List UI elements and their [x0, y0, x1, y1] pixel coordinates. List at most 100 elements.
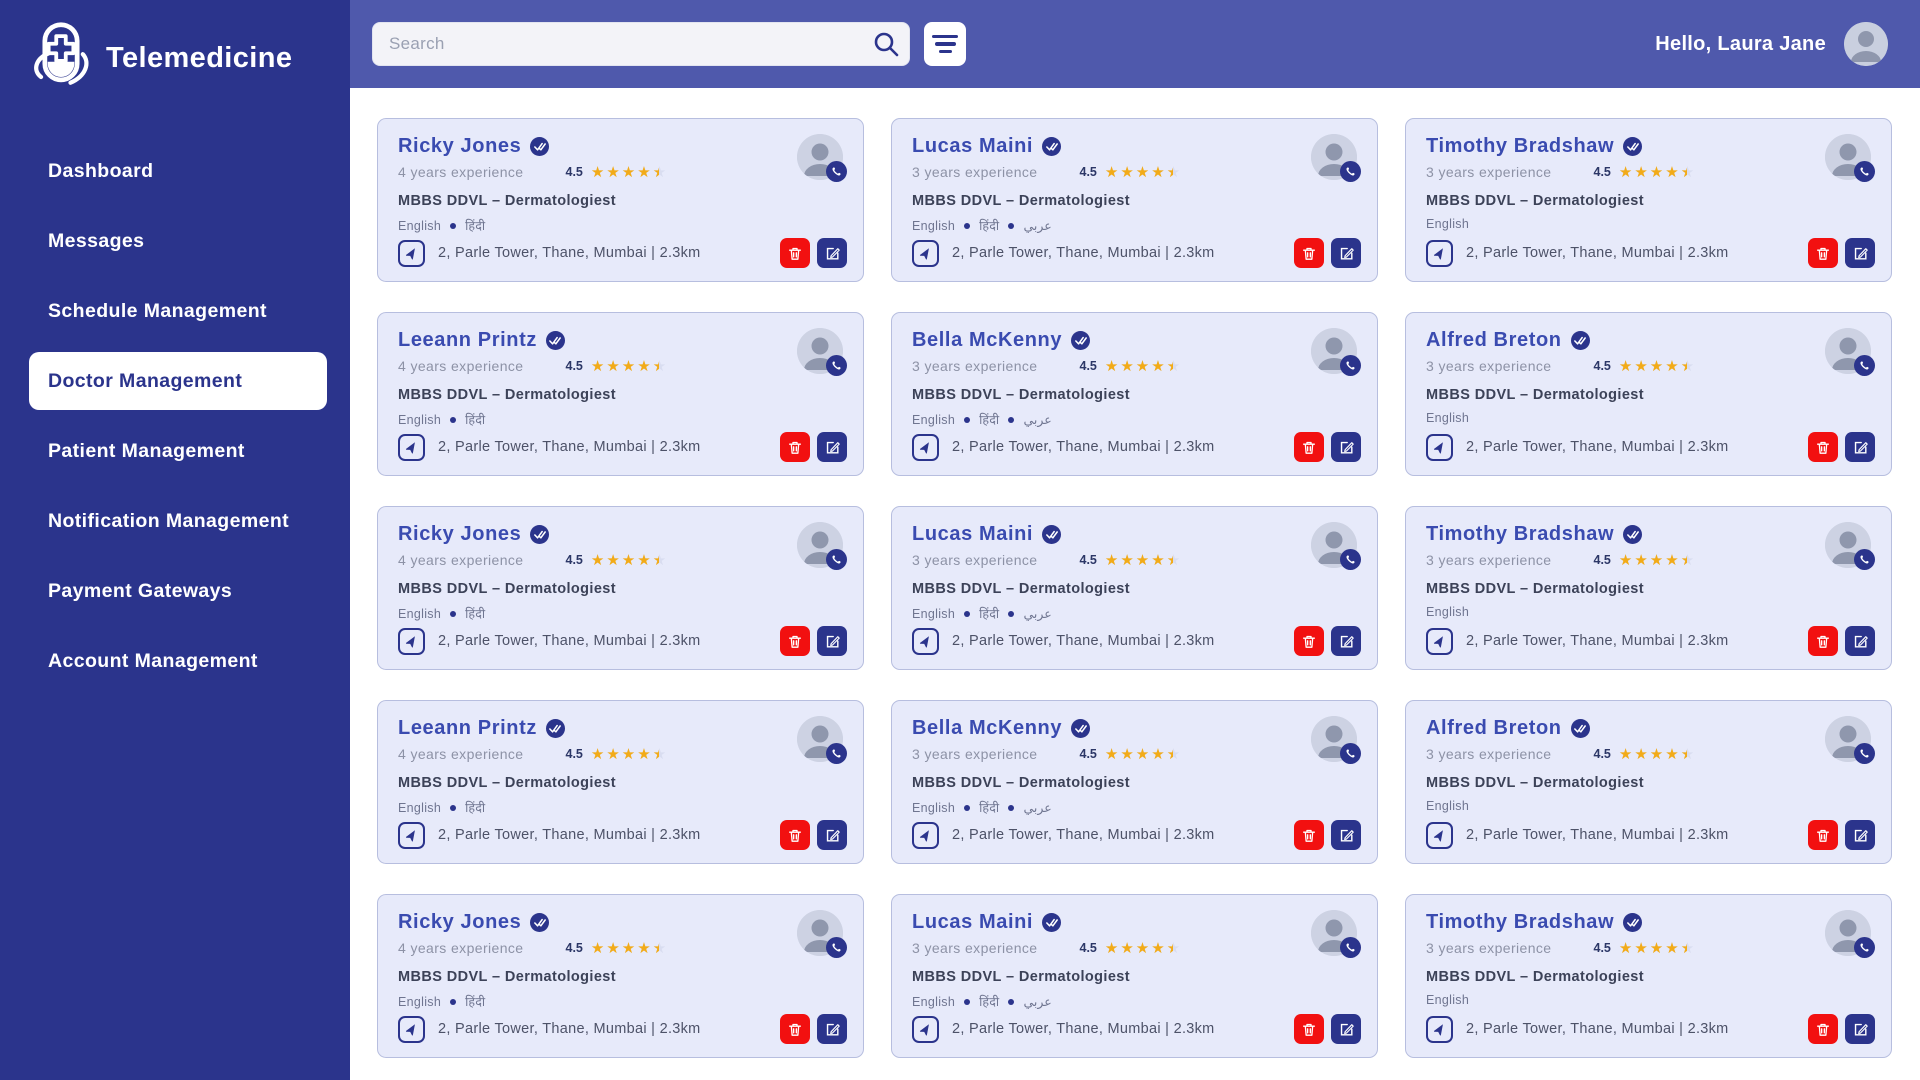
- rating-value: 4.5: [1594, 359, 1611, 373]
- phone-badge-icon: [1854, 549, 1875, 570]
- phone-badge-icon: [1340, 937, 1361, 958]
- rating-value: 4.5: [1080, 747, 1097, 761]
- edit-button[interactable]: [1331, 820, 1361, 850]
- search-icon[interactable]: [872, 30, 900, 58]
- language-list: English: [1426, 605, 1871, 619]
- edit-button[interactable]: [817, 432, 847, 462]
- doctor-degree: MBBS DDVL – Dermatologiest: [398, 969, 843, 985]
- edit-button[interactable]: [1331, 432, 1361, 462]
- star-icon: ★★: [1650, 941, 1663, 956]
- doctor-name: Alfred Breton: [1426, 717, 1562, 740]
- sidebar-item-notification-management[interactable]: Notification Management: [0, 486, 350, 556]
- edit-button[interactable]: [1845, 820, 1875, 850]
- location-text: 2, Parle Tower, Thane, Mumbai | 2.3km: [438, 245, 780, 261]
- edit-button[interactable]: [1331, 626, 1361, 656]
- sidebar-item-messages[interactable]: Messages: [0, 206, 350, 276]
- star-icon: ★★: [1681, 747, 1694, 762]
- delete-button[interactable]: [1294, 238, 1324, 268]
- location-row: 2, Parle Tower, Thane, Mumbai | 2.3km: [398, 238, 847, 268]
- delete-button[interactable]: [1808, 626, 1838, 656]
- delete-button[interactable]: [1294, 820, 1324, 850]
- delete-button[interactable]: [1808, 238, 1838, 268]
- sidebar-item-patient-management[interactable]: Patient Management: [0, 416, 350, 486]
- trash-icon: [1815, 439, 1831, 456]
- card-actions: [1294, 238, 1361, 268]
- doctor-name: Alfred Breton: [1426, 329, 1562, 352]
- language-label: English: [398, 413, 441, 427]
- edit-button[interactable]: [817, 1014, 847, 1044]
- doctor-avatar: [797, 716, 843, 762]
- star-icon: ★★: [653, 359, 666, 374]
- star-icon: ★★: [1634, 941, 1647, 956]
- doctor-degree: MBBS DDVL – Dermatologiest: [398, 193, 843, 209]
- star-icon: ★★: [606, 747, 619, 762]
- edit-button[interactable]: [817, 238, 847, 268]
- star-icon: ★★: [1136, 747, 1149, 762]
- delete-button[interactable]: [780, 238, 810, 268]
- delete-button[interactable]: [1808, 432, 1838, 462]
- delete-button[interactable]: [780, 432, 810, 462]
- phone-badge-icon: [1854, 937, 1875, 958]
- location-row: 2, Parle Tower, Thane, Mumbai | 2.3km: [912, 432, 1361, 462]
- doctor-name-row: Ricky Jones: [398, 523, 843, 546]
- experience-text: 4 years experience: [398, 552, 524, 568]
- delete-button[interactable]: [1294, 432, 1324, 462]
- doctor-name: Timothy Bradshaw: [1426, 523, 1614, 546]
- rating-value: 4.5: [566, 941, 583, 955]
- verified-badge-icon: [1071, 719, 1090, 738]
- delete-button[interactable]: [780, 820, 810, 850]
- doctor-name-row: Lucas Maini: [912, 911, 1357, 934]
- delete-button[interactable]: [780, 626, 810, 656]
- delete-button[interactable]: [1808, 820, 1838, 850]
- delete-button[interactable]: [1294, 626, 1324, 656]
- location-arrow-icon: [398, 628, 425, 655]
- phone-badge-icon: [1340, 161, 1361, 182]
- search-input[interactable]: [372, 22, 910, 66]
- rating-value: 4.5: [566, 747, 583, 761]
- location-row: 2, Parle Tower, Thane, Mumbai | 2.3km: [1426, 238, 1875, 268]
- sidebar-item-label: Notification Management: [48, 510, 289, 533]
- star-icon: ★★: [1665, 747, 1678, 762]
- doctor-name: Bella McKenny: [912, 329, 1062, 352]
- language-list: English: [1426, 217, 1871, 231]
- language-separator-dot: [964, 999, 970, 1005]
- sidebar-item-account-management[interactable]: Account Management: [0, 626, 350, 696]
- card-actions: [1294, 626, 1361, 656]
- doctor-degree: MBBS DDVL – Dermatologiest: [912, 193, 1357, 209]
- edit-button[interactable]: [1845, 1014, 1875, 1044]
- edit-button[interactable]: [1331, 238, 1361, 268]
- language-separator-dot: [1008, 611, 1014, 617]
- sidebar-item-doctor-management[interactable]: Doctor Management: [29, 352, 327, 410]
- user-avatar[interactable]: [1844, 22, 1888, 66]
- delete-button[interactable]: [780, 1014, 810, 1044]
- edit-button[interactable]: [1331, 1014, 1361, 1044]
- sidebar-item-dashboard[interactable]: Dashboard: [0, 136, 350, 206]
- verified-badge-icon: [1071, 331, 1090, 350]
- edit-button[interactable]: [817, 626, 847, 656]
- edit-button[interactable]: [817, 820, 847, 850]
- rating-value: 4.5: [1594, 165, 1611, 179]
- filter-button[interactable]: [924, 22, 966, 66]
- delete-button[interactable]: [1294, 1014, 1324, 1044]
- edit-button[interactable]: [1845, 238, 1875, 268]
- sidebar-item-schedule-management[interactable]: Schedule Management: [0, 276, 350, 346]
- card-actions: [1808, 432, 1875, 462]
- edit-button[interactable]: [1845, 626, 1875, 656]
- doctor-name: Leeann Printz: [398, 329, 537, 352]
- edit-button[interactable]: [1845, 432, 1875, 462]
- star-icon: ★★: [1619, 747, 1632, 762]
- delete-button[interactable]: [1808, 1014, 1838, 1044]
- location-text: 2, Parle Tower, Thane, Mumbai | 2.3km: [1466, 827, 1808, 843]
- doctor-name-row: Ricky Jones: [398, 135, 843, 158]
- star-icon: ★★: [591, 553, 604, 568]
- rating-value: 4.5: [1080, 359, 1097, 373]
- language-list: English: [1426, 411, 1871, 425]
- star-icon: ★★: [606, 359, 619, 374]
- sidebar-item-label: Account Management: [48, 650, 258, 673]
- star-icon: ★★: [653, 747, 666, 762]
- edit-pencil-icon: [1852, 439, 1869, 456]
- sidebar-item-payment-gateways[interactable]: Payment Gateways: [0, 556, 350, 626]
- location-text: 2, Parle Tower, Thane, Mumbai | 2.3km: [952, 827, 1294, 843]
- rating-group: 4.5 ★★★★★★★★★★: [1594, 941, 1697, 956]
- doctor-name-row: Leeann Printz: [398, 329, 843, 352]
